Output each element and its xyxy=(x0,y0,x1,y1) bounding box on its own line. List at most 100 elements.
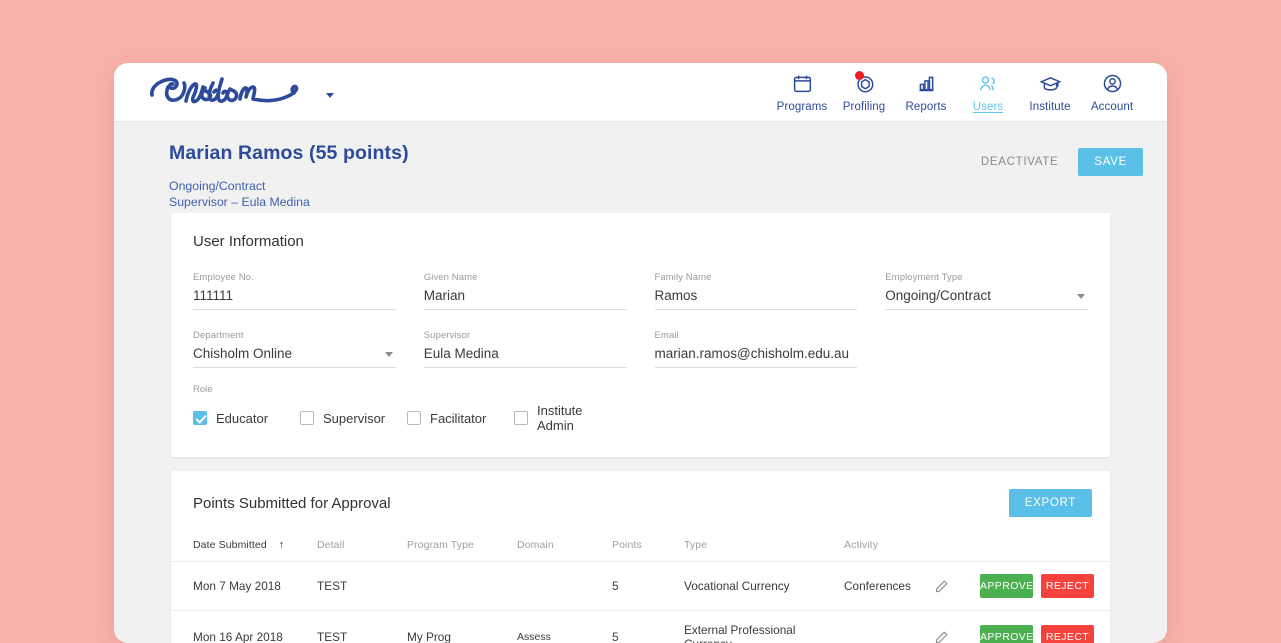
nav-item-users[interactable]: Users xyxy=(957,72,1019,113)
edit-row-button[interactable] xyxy=(934,579,949,594)
table-header-row: Date Submitted ↑ Detail Program Type Dom… xyxy=(171,525,1110,562)
cell-activity: Conferences xyxy=(844,579,934,593)
pencil-icon[interactable] xyxy=(934,633,949,643)
column-header-domain[interactable]: Domain xyxy=(517,539,612,551)
label-department: Department xyxy=(193,330,396,341)
reject-button[interactable]: REJECT xyxy=(1041,574,1094,598)
nav-item-reports[interactable]: Reports xyxy=(895,72,957,113)
checkbox-educator-label: Educator xyxy=(216,411,268,426)
cell-detail: TEST xyxy=(317,630,407,643)
approve-button[interactable]: APPROVE xyxy=(980,625,1033,643)
input-email[interactable] xyxy=(655,346,858,368)
nav-label-programs: Programs xyxy=(777,101,828,113)
checkbox-supervisor-label: Supervisor xyxy=(323,411,385,426)
header-actions: DEACTIVATE SAVE xyxy=(981,148,1143,176)
label-employee-no: Employee No. xyxy=(193,272,396,283)
cell-type: Vocational Currency xyxy=(684,579,844,593)
field-email: Email xyxy=(655,320,858,368)
checkbox-educator-box[interactable] xyxy=(193,411,207,425)
brand-logo-group[interactable] xyxy=(144,75,334,109)
bar-chart-icon xyxy=(916,72,937,96)
column-header-points[interactable]: Points xyxy=(612,539,684,551)
person-circle-icon xyxy=(1102,72,1123,96)
supervisor-summary: Supervisor – Eula Medina xyxy=(169,194,1139,210)
cell-date-submitted: Mon 7 May 2018 xyxy=(193,579,317,593)
page-subtitle: Ongoing/Contract Supervisor – Eula Medin… xyxy=(169,178,1139,210)
select-wrap-employment-type[interactable] xyxy=(885,287,1088,310)
reject-button[interactable]: REJECT xyxy=(1041,625,1094,643)
approve-button[interactable]: APPROVE xyxy=(980,574,1033,598)
cell-program-type: My Prog xyxy=(407,630,517,643)
cell-detail: TEST xyxy=(317,579,407,593)
column-header-date-submitted-label: Date Submitted xyxy=(193,539,267,551)
user-information-card: User Information Employee No. Given Name… xyxy=(171,213,1110,457)
department-chevron-down-icon[interactable] xyxy=(385,352,393,357)
field-employment-type: Employment Type xyxy=(885,262,1088,310)
brand-chevron-down-icon[interactable] xyxy=(326,93,334,98)
export-button[interactable]: EXPORT xyxy=(1009,489,1092,517)
notification-badge-dot xyxy=(855,71,864,80)
pencil-icon[interactable] xyxy=(934,582,949,597)
checkbox-institute-admin-label: Institute Admin xyxy=(537,403,621,433)
chisholm-logo[interactable] xyxy=(144,75,316,109)
deactivate-button[interactable]: DEACTIVATE xyxy=(981,156,1059,168)
role-block: Role Educator Supervisor Facilitator Ins… xyxy=(171,368,1110,457)
sort-ascending-icon[interactable]: ↑ xyxy=(279,539,285,551)
cell-type: External Professional Currency xyxy=(684,623,844,643)
cell-edit xyxy=(934,579,980,594)
cell-edit xyxy=(934,630,980,643)
points-submitted-card: Points Submitted for Approval EXPORT Dat… xyxy=(171,471,1110,643)
cell-row-actions: APPROVE REJECT xyxy=(980,625,1094,643)
save-button[interactable]: SAVE xyxy=(1078,148,1143,176)
cell-points: 5 xyxy=(612,630,684,643)
main-nav: Programs Profiling xyxy=(771,72,1143,113)
cell-row-actions: APPROVE REJECT xyxy=(980,574,1094,598)
label-supervisor: Supervisor xyxy=(424,330,627,341)
select-department[interactable] xyxy=(193,346,396,368)
checkbox-institute-admin-box[interactable] xyxy=(514,411,528,425)
user-information-form: Employee No. Given Name Family Name Empl… xyxy=(171,256,1110,368)
top-navigation-bar: Programs Profiling xyxy=(114,63,1167,122)
nav-item-programs[interactable]: Programs xyxy=(771,72,833,113)
label-given-name: Given Name xyxy=(424,272,627,283)
select-employment-type[interactable] xyxy=(885,288,1088,310)
calendar-icon xyxy=(792,72,813,96)
checkbox-educator[interactable]: Educator xyxy=(193,411,300,426)
nav-item-profiling[interactable]: Profiling xyxy=(833,72,895,113)
checkbox-institute-admin[interactable]: Institute Admin xyxy=(514,403,621,433)
nav-label-profiling: Profiling xyxy=(843,101,885,113)
column-header-detail[interactable]: Detail xyxy=(317,539,407,551)
cell-domain: Assess xyxy=(517,631,612,643)
input-family-name[interactable] xyxy=(655,288,858,310)
cell-date-submitted: Mon 16 Apr 2018 xyxy=(193,630,317,643)
checkbox-facilitator[interactable]: Facilitator xyxy=(407,411,514,426)
points-table-title: Points Submitted for Approval xyxy=(193,495,391,512)
input-given-name[interactable] xyxy=(424,288,627,310)
checkbox-supervisor[interactable]: Supervisor xyxy=(300,411,407,426)
column-header-date-submitted[interactable]: Date Submitted ↑ xyxy=(193,539,317,551)
field-employee-no: Employee No. xyxy=(193,262,396,310)
nav-item-institute[interactable]: Institute xyxy=(1019,72,1081,113)
table-row: Mon 7 May 2018 TEST 5 Vocational Currenc… xyxy=(171,562,1110,611)
table-row: Mon 16 Apr 2018 TEST My Prog Assess 5 Ex… xyxy=(171,611,1110,643)
employment-type-chevron-down-icon[interactable] xyxy=(1077,294,1085,299)
cell-points: 5 xyxy=(612,579,684,593)
label-family-name: Family Name xyxy=(655,272,858,283)
checkbox-supervisor-box[interactable] xyxy=(300,411,314,425)
checkbox-facilitator-label: Facilitator xyxy=(430,411,486,426)
column-header-program-type[interactable]: Program Type xyxy=(407,539,517,551)
column-header-type[interactable]: Type xyxy=(684,539,844,551)
input-supervisor[interactable] xyxy=(424,346,627,368)
input-employee-no[interactable] xyxy=(193,288,396,310)
page-header: Marian Ramos (55 points) Ongoing/Contrac… xyxy=(114,122,1167,213)
nav-label-reports: Reports xyxy=(906,101,947,113)
field-given-name: Given Name xyxy=(424,262,627,310)
select-wrap-department[interactable] xyxy=(193,345,396,368)
edit-row-button[interactable] xyxy=(934,630,949,643)
points-table-header: Points Submitted for Approval EXPORT xyxy=(171,471,1110,525)
column-header-activity[interactable]: Activity xyxy=(844,539,934,551)
graduation-cap-icon xyxy=(1039,72,1062,96)
nav-item-account[interactable]: Account xyxy=(1081,72,1143,113)
checkbox-facilitator-box[interactable] xyxy=(407,411,421,425)
field-spacer xyxy=(885,320,1088,368)
